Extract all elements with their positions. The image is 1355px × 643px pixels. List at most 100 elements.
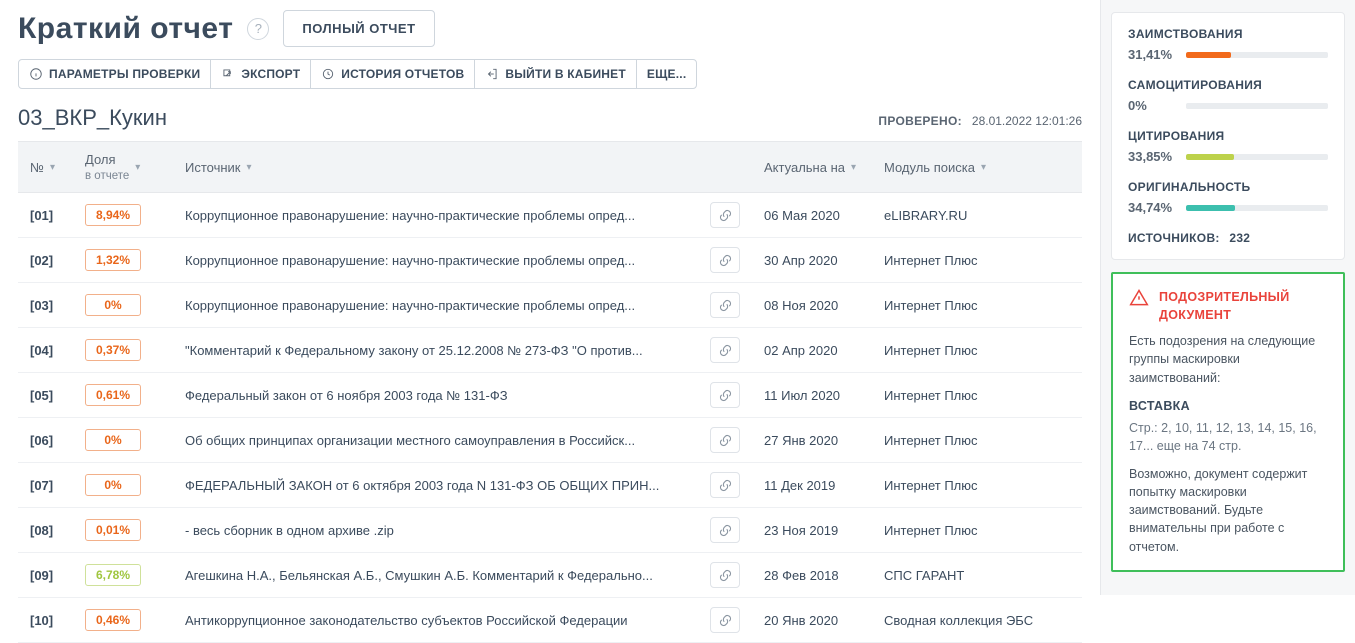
relevant-date: 30 Апр 2020 xyxy=(752,238,872,283)
suspicious-pages: Стр.: 2, 10, 11, 12, 13, 14, 15, 16, 17.… xyxy=(1129,419,1327,455)
report-history-button[interactable]: ИСТОРИЯ ОТЧЕТОВ xyxy=(311,60,475,88)
check-params-button[interactable]: ПАРАМЕТРЫ ПРОВЕРКИ xyxy=(19,60,211,88)
row-number: [03] xyxy=(18,283,73,328)
share-pill: 0,37% xyxy=(85,339,141,361)
stat-orig-bar xyxy=(1186,205,1328,211)
suspicious-intro: Есть подозрения на следующие группы маск… xyxy=(1129,332,1327,386)
table-row: [01]8,94%Коррупционное правонарушение: н… xyxy=(18,193,1082,238)
source-link-button[interactable] xyxy=(710,382,740,408)
full-report-button[interactable]: ПОЛНЫЙ ОТЧЕТ xyxy=(283,10,434,47)
suspicious-title: ПОДОЗРИТЕЛЬНЫЙ ДОКУМЕНТ xyxy=(1159,288,1327,324)
relevant-date: 08 Ноя 2020 xyxy=(752,283,872,328)
exit-to-cabinet-button[interactable]: ВЫЙТИ В КАБИНЕТ xyxy=(475,60,637,88)
share-pill: 0% xyxy=(85,429,141,451)
info-icon xyxy=(29,67,43,81)
share-pill: 0,61% xyxy=(85,384,141,406)
table-row: [10]0,46%Антикоррупционное законодательс… xyxy=(18,598,1082,643)
stats-card: ЗАИМСТВОВАНИЯ 31,41% САМОЦИТИРОВАНИЯ 0% … xyxy=(1111,12,1345,260)
history-icon xyxy=(321,67,335,81)
suspicious-card: ПОДОЗРИТЕЛЬНЫЙ ДОКУМЕНТ Есть подозрения … xyxy=(1111,272,1345,572)
action-toolbar: ПАРАМЕТРЫ ПРОВЕРКИ ЭКСПОРТ ИСТОРИЯ ОТЧЕТ… xyxy=(18,59,697,89)
sort-caret-icon: ▾ xyxy=(981,162,986,173)
col-share-header[interactable]: Доля в отчете ▾ xyxy=(85,152,140,182)
sources-label: ИСТОЧНИКОВ: xyxy=(1128,231,1220,245)
sources-count: 232 xyxy=(1229,231,1250,245)
source-title[interactable]: Агешкина Н.А., Бельянская А.Б., Смушкин … xyxy=(185,568,686,583)
source-link-button[interactable] xyxy=(710,247,740,273)
warning-icon xyxy=(1129,288,1149,313)
source-title[interactable]: Коррупционное правонарушение: научно-пра… xyxy=(185,253,686,268)
sort-caret-icon: ▾ xyxy=(135,162,140,173)
col-num-header[interactable]: №▾ xyxy=(30,160,55,175)
source-title[interactable]: Антикоррупционное законодательство субъе… xyxy=(185,613,686,628)
col-relevant-header[interactable]: Актуальна на▾ xyxy=(764,160,856,175)
source-link-button[interactable] xyxy=(710,562,740,588)
source-title[interactable]: Об общих принципах организации местного … xyxy=(185,433,686,448)
source-title[interactable]: - весь сборник в одном архиве .zip xyxy=(185,523,686,538)
share-pill: 6,78% xyxy=(85,564,141,586)
table-row: [03]0%Коррупционное правонарушение: науч… xyxy=(18,283,1082,328)
share-pill: 1,32% xyxy=(85,249,141,271)
checked-timestamp: 28.01.2022 12:01:26 xyxy=(972,114,1082,128)
sort-caret-icon: ▾ xyxy=(247,162,252,173)
suspicious-group-title: ВСТАВКА xyxy=(1129,397,1327,415)
stat-cite-title: ЦИТИРОВАНИЯ xyxy=(1128,129,1328,143)
stat-cite-value: 33,85% xyxy=(1128,149,1176,164)
relevant-date: 27 Янв 2020 xyxy=(752,418,872,463)
row-number: [09] xyxy=(18,553,73,598)
search-module: СПС ГАРАНТ xyxy=(872,553,1082,598)
table-row: [04]0,37%"Комментарий к Федеральному зак… xyxy=(18,328,1082,373)
row-number: [07] xyxy=(18,463,73,508)
source-link-button[interactable] xyxy=(710,337,740,363)
toolbar-label: ЕЩЕ... xyxy=(647,67,686,81)
share-pill: 0% xyxy=(85,474,141,496)
search-module: Интернет Плюс xyxy=(872,418,1082,463)
search-module: Интернет Плюс xyxy=(872,373,1082,418)
search-module: Интернет Плюс xyxy=(872,238,1082,283)
relevant-date: 11 Июл 2020 xyxy=(752,373,872,418)
source-link-button[interactable] xyxy=(710,202,740,228)
suspicious-note: Возможно, документ содержит попытку маск… xyxy=(1129,465,1327,556)
source-title[interactable]: ФЕДЕРАЛЬНЫЙ ЗАКОН от 6 октября 2003 года… xyxy=(185,478,686,493)
source-title[interactable]: Коррупционное правонарушение: научно-пра… xyxy=(185,298,686,313)
table-row: [09] 6,78% Агешкина Н.А., Бельянская А.Б.,… xyxy=(18,553,1082,598)
source-title[interactable]: Коррупционное правонарушение: научно-пра… xyxy=(185,208,686,223)
search-module: Сводная коллекция ЭБС xyxy=(872,598,1082,643)
export-button[interactable]: ЭКСПОРТ xyxy=(211,60,311,88)
exit-icon xyxy=(485,67,499,81)
checked-label: ПРОВЕРЕНО: xyxy=(878,114,961,128)
table-row: [08]0,01%- весь сборник в одном архиве .… xyxy=(18,508,1082,553)
relevant-date: 02 Апр 2020 xyxy=(752,328,872,373)
help-icon[interactable]: ? xyxy=(247,18,269,40)
stat-selfcite-bar xyxy=(1186,103,1328,109)
relevant-date: 11 Дек 2019 xyxy=(752,463,872,508)
stat-selfcite-title: САМОЦИТИРОВАНИЯ xyxy=(1128,78,1328,92)
source-title[interactable]: Федеральный закон от 6 ноября 2003 года … xyxy=(185,388,686,403)
more-button[interactable]: ЕЩЕ... xyxy=(637,60,696,88)
search-module: Интернет Плюс xyxy=(872,463,1082,508)
col-source-header[interactable]: Источник▾ xyxy=(185,160,252,175)
row-number: [10] xyxy=(18,598,73,643)
row-number: [08] xyxy=(18,508,73,553)
search-module: Интернет Плюс xyxy=(872,328,1082,373)
source-link-button[interactable] xyxy=(710,607,740,633)
source-title[interactable]: "Комментарий к Федеральному закону от 25… xyxy=(185,343,686,358)
table-row: [06] 0% Об общих принципах организации мес… xyxy=(18,418,1082,463)
search-module: Интернет Плюс xyxy=(872,508,1082,553)
stat-borrow-value: 31,41% xyxy=(1128,47,1176,62)
search-module: eLIBRARY.RU xyxy=(872,193,1082,238)
source-link-button[interactable] xyxy=(710,292,740,318)
source-link-button[interactable] xyxy=(710,427,740,453)
source-link-button[interactable] xyxy=(710,517,740,543)
stat-borrow-title: ЗАИМСТВОВАНИЯ xyxy=(1128,27,1328,41)
col-module-header[interactable]: Модуль поиска▾ xyxy=(884,160,986,175)
source-link-button[interactable] xyxy=(710,472,740,498)
relevant-date: 06 Мая 2020 xyxy=(752,193,872,238)
share-pill: 8,94% xyxy=(85,204,141,226)
row-number: [06] xyxy=(18,418,73,463)
toolbar-label: ИСТОРИЯ ОТЧЕТОВ xyxy=(341,67,464,81)
toolbar-label: ЭКСПОРТ xyxy=(241,67,300,81)
sort-caret-icon: ▾ xyxy=(50,162,55,173)
table-row: [05]0,61%Федеральный закон от 6 ноября 2… xyxy=(18,373,1082,418)
table-row: [07] 0% ФЕДЕРАЛЬНЫЙ ЗАКОН от 6 октября 200… xyxy=(18,463,1082,508)
